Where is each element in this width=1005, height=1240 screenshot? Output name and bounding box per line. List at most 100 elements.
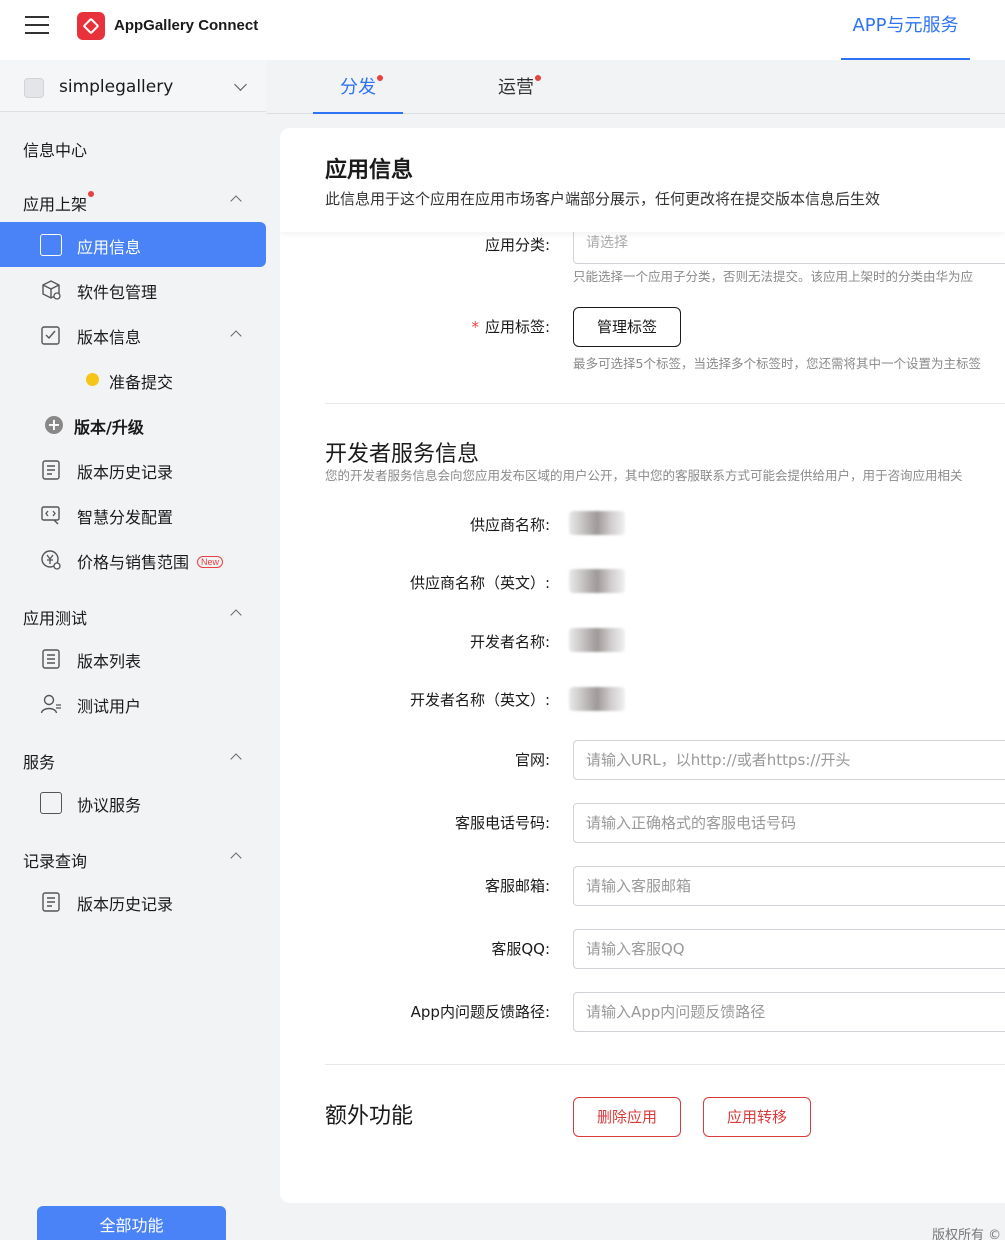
sidebar-section-test[interactable]: 应用测试 <box>23 605 87 629</box>
package-gear-icon <box>42 280 61 300</box>
chevron-up-icon[interactable] <box>230 753 242 765</box>
email-label: 客服邮箱: <box>484 877 550 895</box>
chevron-down-icon <box>234 78 247 91</box>
top-header: AppGallery Connect APP与元服务 <box>0 0 1005 60</box>
required-mark: * <box>471 318 479 336</box>
developer-section-desc: 您的开发者服务信息会向您应用发布区域的用户公开，其中您的客服联系方式可能会提供给… <box>325 468 963 483</box>
sidebar-item-ready-submit[interactable]: 准备提交 <box>0 357 266 402</box>
sidebar-item-record-history[interactable]: 版本历史记录 <box>0 879 266 924</box>
tab-label: 分发 <box>340 77 376 98</box>
phone-input-field[interactable] <box>574 804 1005 842</box>
version-check-icon <box>41 326 60 345</box>
tab-distribute[interactable]: 分发 <box>313 60 403 114</box>
brand-name: AppGallery Connect <box>114 17 259 34</box>
email-input-field[interactable] <box>574 867 1005 905</box>
phone-label: 客服电话号码: <box>454 814 550 832</box>
status-dot-icon <box>86 373 99 386</box>
feedback-input-field[interactable] <box>574 993 1005 1031</box>
sidebar-item-label: 价格与销售范围 New <box>77 549 224 573</box>
new-badge: New <box>197 556 224 568</box>
extra-section-title: 额外功能 <box>325 1104 414 1129</box>
sidebar-item-test-users[interactable]: 测试用户 <box>0 681 266 726</box>
sidebar-item-label: 版本列表 <box>77 652 142 671</box>
sidebar-item-version-history[interactable]: 版本历史记录 <box>0 447 266 492</box>
list-icon <box>42 649 60 669</box>
tag-label-text: 应用标签: <box>484 318 550 336</box>
tag-hint: 最多可选择5个标签，当选择多个标签时，您还需将其中一个设置为主标签 <box>573 356 981 371</box>
blurred-value <box>569 628 625 652</box>
category-hint: 只能选择一个应用子分类，否则无法提交。该应用上架时的分类由华为应 <box>573 269 974 284</box>
blurred-value <box>569 687 625 711</box>
chevron-up-icon[interactable] <box>230 852 242 864</box>
sidebar-section-release[interactable]: 应用上架 <box>23 191 95 215</box>
developer-section-title: 开发者服务信息 <box>325 442 480 467</box>
document-list-icon <box>42 892 60 912</box>
chevron-up-icon[interactable] <box>230 195 242 207</box>
price-range-text: 价格与销售范围 <box>77 553 190 572</box>
app-name: simplegallery <box>59 77 174 97</box>
qq-input-field[interactable] <box>574 930 1005 968</box>
chevron-up-icon[interactable] <box>230 609 242 621</box>
all-functions-button[interactable]: 全部功能 <box>37 1206 226 1240</box>
transfer-app-button[interactable]: 应用转移 <box>703 1097 811 1137</box>
sidebar-item-label: 应用信息 <box>77 238 142 257</box>
main-content: 应用信息 此信息用于这个应用在应用市场客户端部分展示，任何更改将在提交版本信息后… <box>280 128 1005 1203</box>
app-info-icon <box>40 234 62 256</box>
qq-input[interactable] <box>573 929 1005 969</box>
sidebar-item-app-info[interactable]: 应用信息 <box>0 222 266 267</box>
tag-label: * 应用标签: <box>471 316 550 337</box>
page-description: 此信息用于这个应用在应用市场客户端部分展示，任何更改将在提交版本信息后生效 <box>325 190 881 208</box>
app-selector[interactable]: simplegallery <box>0 60 266 112</box>
sidebar-item-version-upgrade[interactable]: + 版本/升级 <box>0 402 266 447</box>
sidebar-item-package-mgmt[interactable]: 软件包管理 <box>0 267 266 312</box>
blurred-value <box>569 569 625 593</box>
section-label: 应用上架 <box>23 195 88 214</box>
divider <box>325 1064 1005 1065</box>
code-screen-icon <box>41 506 60 525</box>
page-title: 应用信息 <box>325 158 414 183</box>
feedback-input[interactable] <box>573 992 1005 1032</box>
sidebar-item-label: 智慧分发配置 <box>77 508 174 527</box>
category-placeholder: 请选择 <box>586 235 628 251</box>
plus-circle-icon: + <box>45 416 63 434</box>
website-input-field[interactable] <box>574 741 1005 779</box>
blurred-value <box>569 511 625 535</box>
sidebar-item-label: 软件包管理 <box>77 283 158 302</box>
sidebar-item-label: 测试用户 <box>77 697 142 716</box>
sidebar-item-smart-dist[interactable]: 智慧分发配置 <box>0 492 266 537</box>
nav-app-services[interactable]: APP与元服务 <box>841 0 970 60</box>
tab-operate[interactable]: 运营 <box>471 60 561 114</box>
qq-label: 客服QQ: <box>491 940 550 958</box>
developer-label: 开发者名称: <box>469 633 550 651</box>
tab-bar: 分发 运营 <box>266 60 1005 114</box>
appgallery-logo-icon <box>77 12 105 40</box>
sidebar-item-version-list[interactable]: 版本列表 <box>0 636 266 681</box>
delete-app-button[interactable]: 删除应用 <box>573 1097 681 1137</box>
sidebar-item-agreement[interactable]: 协议服务 <box>0 780 266 825</box>
price-globe-icon <box>41 550 61 570</box>
sidebar-item-version-info[interactable]: 版本信息 <box>0 312 266 357</box>
sidebar-section-service[interactable]: 服务 <box>23 749 55 773</box>
sidebar: simplegallery 信息中心 应用上架 应用信息 软件包管理 版本信息 … <box>0 60 266 1240</box>
sidebar-item-label: 准备提交 <box>109 373 174 392</box>
notification-dot <box>377 75 383 81</box>
manage-tags-button[interactable]: 管理标签 <box>573 307 681 347</box>
supplier-en-label: 供应商名称（英文）: <box>409 574 550 592</box>
user-icon <box>40 694 61 714</box>
sidebar-item-label: 版本历史记录 <box>77 463 174 482</box>
website-input[interactable] <box>573 740 1005 780</box>
sidebar-section-records[interactable]: 记录查询 <box>23 848 87 872</box>
website-label: 官网: <box>514 751 550 769</box>
document-list-icon <box>42 460 60 480</box>
sidebar-item-price-range[interactable]: 价格与销售范围 New <box>0 537 266 582</box>
info-header: 应用信息 此信息用于这个应用在应用市场客户端部分展示，任何更改将在提交版本信息后… <box>280 128 1005 232</box>
sidebar-item-label: 协议服务 <box>77 796 142 815</box>
menu-icon[interactable] <box>25 16 49 36</box>
bag-icon <box>40 792 62 814</box>
category-select[interactable]: 请选择 <box>573 232 1005 264</box>
notification-dot <box>88 191 95 197</box>
email-input[interactable] <box>573 866 1005 906</box>
sidebar-item-info-center[interactable]: 信息中心 <box>23 137 87 161</box>
app-icon <box>24 78 44 98</box>
phone-input[interactable] <box>573 803 1005 843</box>
